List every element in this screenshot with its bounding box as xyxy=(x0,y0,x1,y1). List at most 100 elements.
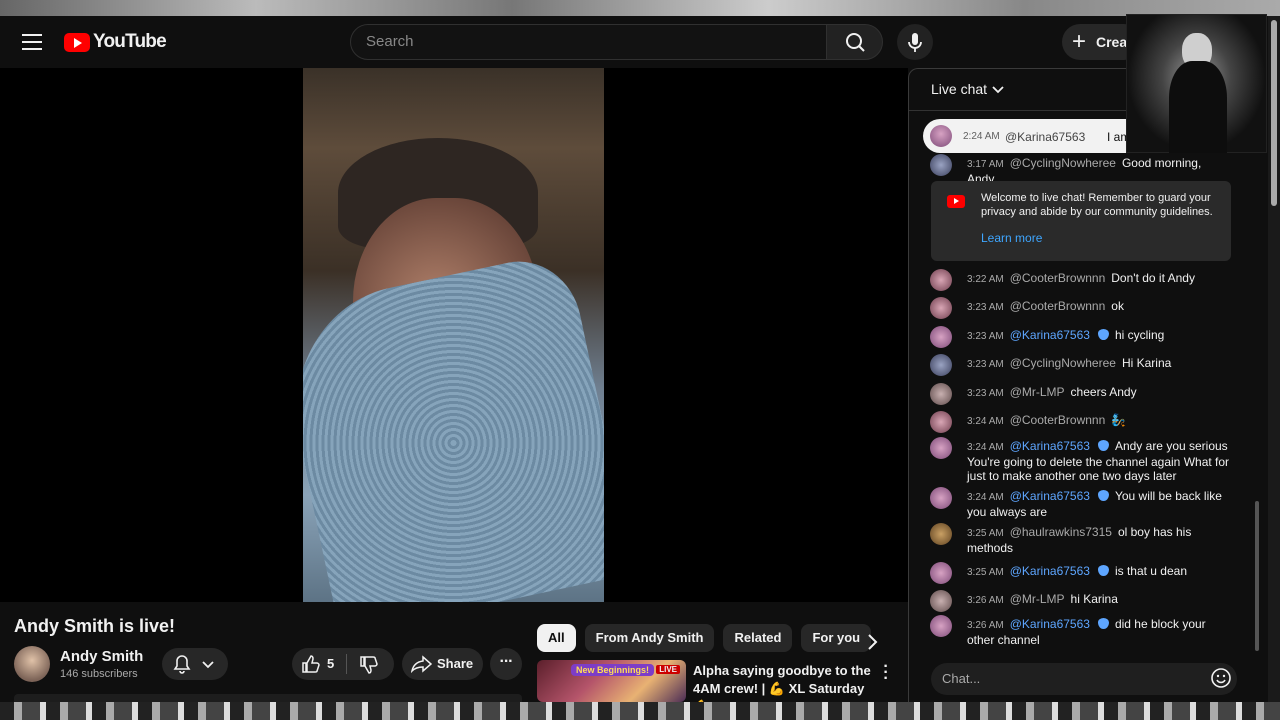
share-label: Share xyxy=(437,656,474,671)
message-author[interactable]: @CyclingNowheree xyxy=(1010,156,1116,170)
live-chat-panel: Live chat 2:24 AM @Karina67563 I am co 3… xyxy=(908,68,1267,702)
chip-from-andy-smith[interactable]: From Andy Smith xyxy=(584,624,715,652)
related-chips: All From Andy Smith Related For you xyxy=(537,624,872,652)
message-author[interactable]: @Mr-LMP xyxy=(1010,385,1065,399)
page-scrollbar-thumb[interactable] xyxy=(1271,20,1277,206)
avatar[interactable] xyxy=(930,562,952,584)
message-author[interactable]: @Karina67563 xyxy=(1010,489,1090,503)
avatar[interactable] xyxy=(930,590,952,612)
message-time: 3:24 AM xyxy=(967,416,1004,427)
chat-message: 3:25 AM @Karina67563 is that u dean xyxy=(930,562,1230,584)
message-author[interactable]: @Karina67563 xyxy=(1005,130,1085,144)
chat-scrollbar[interactable] xyxy=(1255,501,1259,651)
chat-input[interactable]: Chat... xyxy=(931,663,1237,695)
like-icon[interactable] xyxy=(300,654,322,674)
recommended-video-thumbnail[interactable]: New Beginnings! LIVE xyxy=(537,660,686,702)
message-time: 3:23 AM xyxy=(967,331,1004,342)
avatar xyxy=(930,125,952,147)
emoji-icon[interactable] xyxy=(1209,666,1233,690)
member-badge-icon xyxy=(1097,440,1109,451)
message-text: cheers Andy xyxy=(1070,385,1137,399)
youtube-play-icon xyxy=(947,195,965,208)
youtube-play-icon xyxy=(64,32,90,52)
webcam-overlay xyxy=(1126,14,1267,153)
overlay-frame-top xyxy=(0,0,1280,16)
video-player[interactable] xyxy=(0,68,908,602)
message-time: 3:26 AM xyxy=(967,620,1004,631)
member-badge-icon xyxy=(1097,618,1109,629)
message-author[interactable]: @Mr-LMP xyxy=(1010,592,1065,606)
message-author[interactable]: @Karina67563 xyxy=(1010,564,1090,578)
recommended-more-icon[interactable]: · · · xyxy=(880,659,892,687)
search-button[interactable] xyxy=(826,24,883,60)
chat-message: 3:24 AM @Karina67563 Andy are you serious … xyxy=(930,437,1230,483)
message-time: 2:24 AM xyxy=(963,131,1000,142)
menu-icon[interactable] xyxy=(22,34,42,50)
avatar[interactable] xyxy=(930,383,952,405)
chat-message: 3:24 AM @CooterBrownnn 🧞 xyxy=(930,411,1230,433)
video-title: Andy Smith is live! xyxy=(14,616,176,636)
avatar[interactable] xyxy=(930,411,952,433)
avatar[interactable] xyxy=(930,297,952,319)
avatar[interactable] xyxy=(930,354,952,376)
member-badge-icon xyxy=(1097,565,1109,576)
channel-name[interactable]: Andy Smith xyxy=(60,648,143,665)
avatar[interactable] xyxy=(930,615,952,637)
plus-icon: + xyxy=(1072,28,1087,55)
search-input[interactable]: Search xyxy=(350,24,827,60)
message-time: 3:25 AM xyxy=(967,567,1004,578)
message-author[interactable]: @CooterBrownnn xyxy=(1010,271,1106,285)
avatar[interactable] xyxy=(930,326,952,348)
message-text: 🧞 xyxy=(1111,413,1127,427)
chat-message: 3:24 AM @Karina67563 You will be back like… xyxy=(930,487,1230,519)
video-subject-blanket xyxy=(303,250,604,602)
chat-message: 3:26 AM @Karina67563 did he block your oth… xyxy=(930,615,1230,647)
message-time: 3:23 AM xyxy=(967,388,1004,399)
page-scrollbar[interactable] xyxy=(1268,16,1280,702)
chip-related[interactable]: Related xyxy=(723,624,793,652)
message-author[interactable]: @CooterBrownnn xyxy=(1010,299,1106,313)
like-count: 5 xyxy=(327,656,335,671)
video-info: Andy Smith is live! Andy Smith 146 subsc… xyxy=(0,602,530,702)
message-time: 3:24 AM xyxy=(967,492,1004,503)
message-text: ok xyxy=(1111,299,1124,313)
message-author[interactable]: @Karina67563 xyxy=(1010,328,1090,342)
dislike-icon[interactable] xyxy=(358,655,380,675)
avatar[interactable] xyxy=(930,523,952,545)
welcome-banner: Welcome to live chat! Remember to guard … xyxy=(931,181,1231,261)
channel-avatar[interactable] xyxy=(14,646,50,682)
share-button[interactable]: Share xyxy=(402,648,483,680)
message-time: 3:23 AM xyxy=(967,359,1004,370)
chevron-down-icon[interactable] xyxy=(991,83,1005,97)
message-author[interactable]: @Karina67563 xyxy=(1010,439,1090,453)
avatar[interactable] xyxy=(930,487,952,509)
description-box-edge xyxy=(14,694,522,702)
avatar[interactable] xyxy=(930,437,952,459)
message-time: 3:23 AM xyxy=(967,302,1004,313)
message-text: is that u dean xyxy=(1114,564,1188,578)
message-text: hi Karina xyxy=(1070,592,1118,606)
video-frame xyxy=(303,68,604,602)
chat-title[interactable]: Live chat xyxy=(931,81,987,97)
message-author[interactable]: @CooterBrownnn xyxy=(1010,413,1106,427)
youtube-logo[interactable]: YouTube xyxy=(64,31,167,53)
chat-message: 3:23 AM @Mr-LMP cheers Andy xyxy=(930,383,1230,405)
live-badge: LIVE xyxy=(656,665,680,674)
avatar[interactable] xyxy=(930,269,952,291)
message-author[interactable]: @CyclingNowheree xyxy=(1010,356,1116,370)
message-time: 3:22 AM xyxy=(967,274,1004,285)
chevron-right-icon[interactable] xyxy=(860,630,884,654)
message-text: Hi Karina xyxy=(1121,356,1172,370)
overlay-frame-bottom xyxy=(0,702,1280,720)
more-actions-button[interactable]: ··· xyxy=(490,648,522,680)
notification-button[interactable] xyxy=(162,648,228,680)
learn-more-link[interactable]: Learn more xyxy=(981,231,1042,245)
message-author[interactable]: @haulrawkins7315 xyxy=(1010,525,1112,539)
avatar[interactable] xyxy=(930,154,952,176)
logo-text: YouTube xyxy=(93,31,167,52)
voice-search-button[interactable] xyxy=(897,24,933,60)
message-author[interactable]: @Karina67563 xyxy=(1010,617,1090,631)
thumbnail-badge: New Beginnings! xyxy=(571,664,655,676)
chat-message: 3:25 AM @haulrawkins7315 ol boy has his me… xyxy=(930,523,1230,555)
chip-all[interactable]: All xyxy=(537,624,576,652)
